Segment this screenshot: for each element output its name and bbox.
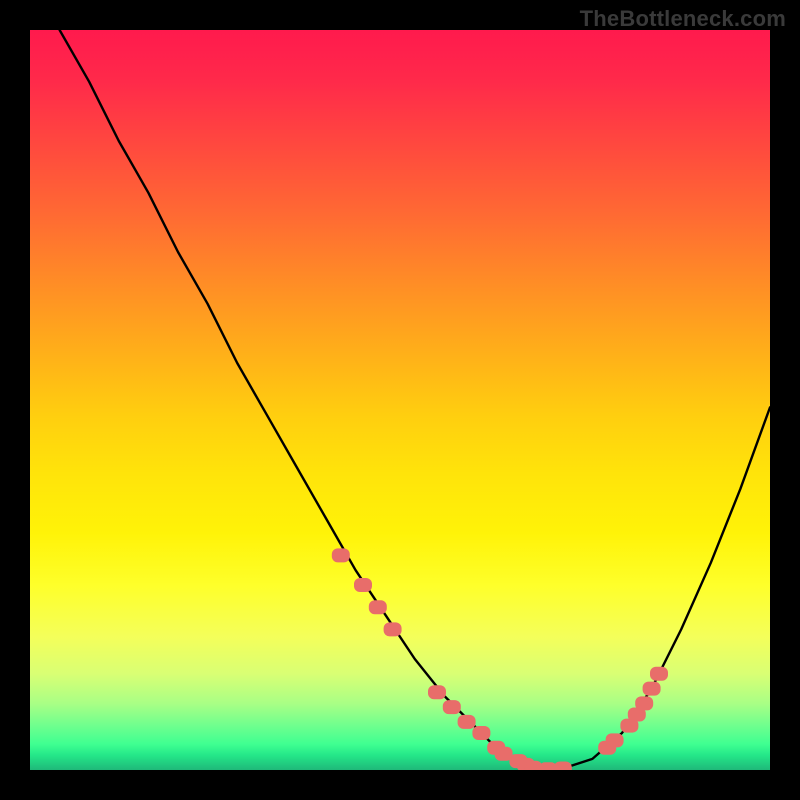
marker-point bbox=[635, 696, 653, 710]
watermark-text: TheBottleneck.com bbox=[580, 6, 786, 32]
marker-point bbox=[332, 548, 350, 562]
marker-point bbox=[458, 715, 476, 729]
marker-point bbox=[428, 685, 446, 699]
marker-point bbox=[643, 682, 661, 696]
highlighted-points-group bbox=[332, 548, 668, 770]
marker-point bbox=[384, 622, 402, 636]
marker-point bbox=[650, 667, 668, 681]
marker-point bbox=[354, 578, 372, 592]
chart-svg bbox=[30, 30, 770, 770]
marker-point bbox=[606, 733, 624, 747]
marker-point bbox=[443, 700, 461, 714]
chart-frame: TheBottleneck.com bbox=[0, 0, 800, 800]
bottleneck-curve-line bbox=[60, 30, 770, 770]
marker-point bbox=[369, 600, 387, 614]
marker-point bbox=[472, 726, 490, 740]
plot-area bbox=[30, 30, 770, 770]
marker-point bbox=[554, 762, 572, 770]
curve-path bbox=[60, 30, 770, 770]
